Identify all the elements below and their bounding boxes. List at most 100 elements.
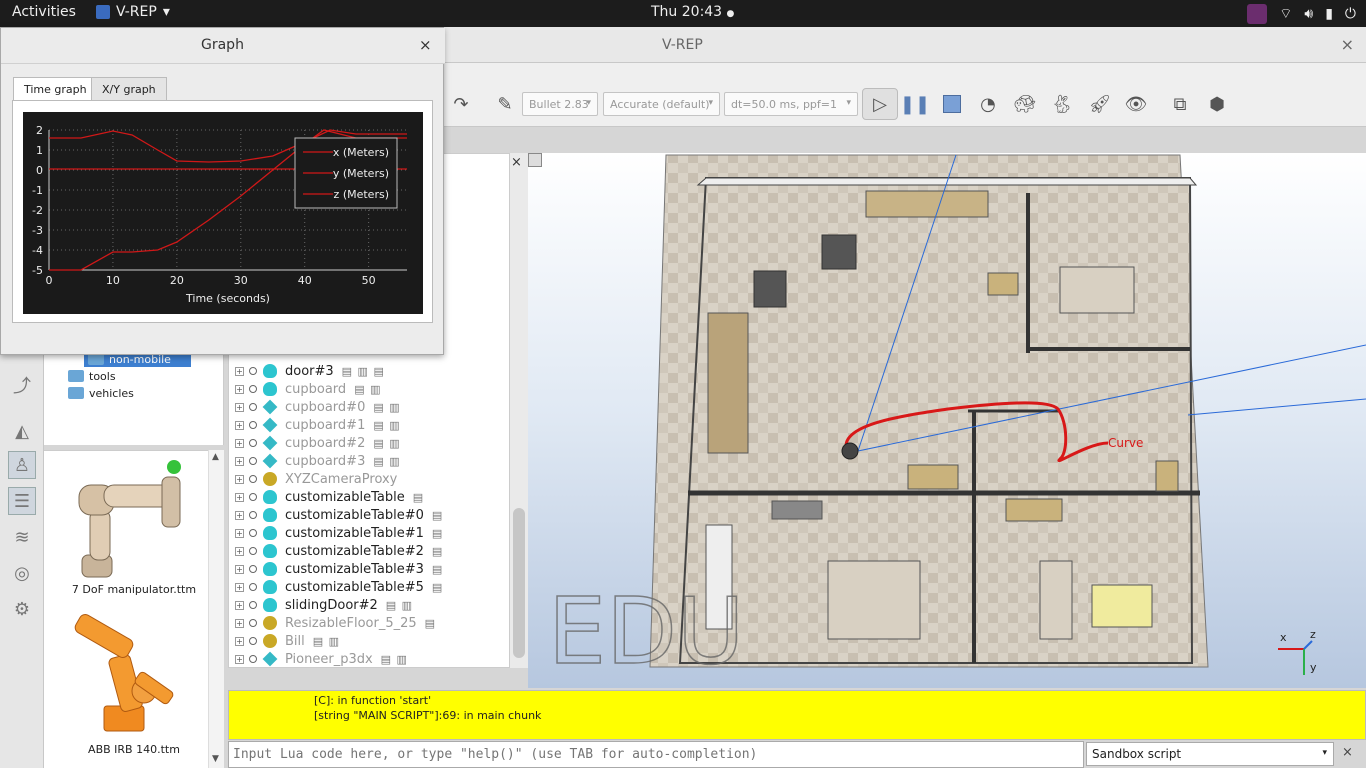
visibility-icon[interactable]: [249, 529, 257, 537]
script-icons[interactable]: ▤ ▥ ▤: [342, 365, 385, 378]
model-thumb-7dof[interactable]: [54, 455, 204, 600]
accuracy-select[interactable]: Accurate (default) ▾: [603, 92, 720, 116]
probe-icon[interactable]: ✎: [492, 91, 518, 117]
script-icons[interactable]: ▤ ▥: [373, 401, 400, 414]
hierarchy-scrollbar[interactable]: [510, 153, 528, 668]
path-edit-icon[interactable]: ⤴: [8, 371, 36, 399]
hierarchy-row[interactable]: + cupboard#3 ▤ ▥: [235, 452, 401, 470]
scroll-up-icon[interactable]: ▲: [212, 452, 219, 462]
physics-engine-select[interactable]: Bullet 2.83 ▾: [522, 92, 598, 116]
system-tray[interactable]: ⌔ 🔊︎ ▮ ⏻: [1247, 4, 1356, 24]
scroll-down-icon[interactable]: ▼: [212, 754, 219, 764]
video-recorder-icon[interactable]: ◎: [8, 559, 36, 587]
stop-icon[interactable]: [939, 91, 965, 117]
hierarchy-row[interactable]: + Bill ▤ ▥: [235, 632, 340, 650]
hierarchy-row[interactable]: + slidingDoor#2 ▤ ▥: [235, 596, 413, 614]
script-icons[interactable]: ▤: [425, 617, 436, 630]
visibility-icon[interactable]: [249, 601, 257, 609]
expand-icon[interactable]: +: [235, 456, 244, 466]
script-icons[interactable]: ▤ ▥: [373, 455, 400, 468]
hierarchy-row[interactable]: + cupboard#2 ▤ ▥: [235, 434, 401, 452]
script-icons[interactable]: ▤ ▥: [386, 599, 413, 612]
script-icons[interactable]: ▤: [413, 491, 424, 504]
expand-icon[interactable]: +: [235, 654, 244, 664]
script-icons[interactable]: ▤ ▥: [381, 653, 408, 666]
expand-icon[interactable]: +: [235, 474, 244, 484]
thread-rendering-icon[interactable]: 🚀︎: [1087, 91, 1113, 117]
expand-icon[interactable]: +: [235, 492, 244, 502]
expand-icon[interactable]: +: [235, 402, 244, 412]
graph-close-button[interactable]: ×: [419, 36, 432, 54]
visibility-icon[interactable]: [249, 421, 257, 429]
user-settings-icon[interactable]: ⚙: [8, 595, 36, 623]
visibility-icon[interactable]: [249, 493, 257, 501]
app-menu[interactable]: V-REP ▾: [96, 4, 170, 20]
visibility-icon[interactable]: [249, 583, 257, 591]
time-graph-chart[interactable]: 0 10 20 30 40 50210-1-2-3-4-5Time (seconds)x …: [23, 112, 423, 314]
lua-command-input[interactable]: [228, 741, 1084, 768]
wifi-icon[interactable]: ⌔: [1279, 5, 1292, 23]
realtime-icon[interactable]: ◔: [975, 91, 1001, 117]
redo-icon[interactable]: ↷: [448, 91, 474, 117]
activities-button[interactable]: Activities: [12, 4, 76, 20]
visibility-icon[interactable]: [249, 457, 257, 465]
script-icons[interactable]: ▤: [432, 563, 443, 576]
scrollbar-thumb[interactable]: [513, 508, 525, 658]
script-icons[interactable]: ▤ ▥: [313, 635, 340, 648]
hierarchy-row[interactable]: + door#3 ▤ ▥ ▤: [235, 362, 385, 380]
hierarchy-row[interactable]: + customizableTable#5 ▤: [235, 578, 443, 596]
expand-icon[interactable]: +: [235, 510, 244, 520]
hierarchy-row[interactable]: + XYZCameraProxy: [235, 470, 405, 488]
visibility-icon[interactable]: [249, 547, 257, 555]
script-icons[interactable]: ▤: [432, 527, 443, 540]
script-icons[interactable]: ▤ ▥: [373, 437, 400, 450]
visibility-icon[interactable]: [249, 475, 257, 483]
expand-icon[interactable]: +: [235, 564, 244, 574]
model-browser-icon[interactable]: ♙: [8, 451, 36, 479]
hierarchy-row[interactable]: + cupboard ▤ ▥: [235, 380, 381, 398]
hierarchy-row[interactable]: + cupboard#0 ▤ ▥: [235, 398, 401, 416]
hierarchy-row[interactable]: + customizableTable#0 ▤: [235, 506, 443, 524]
expand-icon[interactable]: +: [235, 618, 244, 628]
visibility-icon[interactable]: [249, 403, 257, 411]
visibility-icon[interactable]: [249, 619, 257, 627]
visualization-icon[interactable]: 👁︎: [1123, 91, 1149, 117]
speed-up-icon[interactable]: 🐇︎: [1049, 91, 1075, 117]
expand-icon[interactable]: +: [235, 438, 244, 448]
view-corner-icon[interactable]: [528, 153, 542, 167]
slack-icon[interactable]: [1247, 4, 1268, 24]
hierarchy-row[interactable]: + customizableTable#1 ▤: [235, 524, 443, 542]
timestep-select[interactable]: dt=50.0 ms, ppf=1 ▾: [724, 92, 858, 116]
hierarchy-row[interactable]: + cupboard#1 ▤ ▥: [235, 416, 401, 434]
folder-vehicles[interactable]: vehicles: [68, 385, 134, 401]
script-select[interactable]: Sandbox script ▾: [1086, 742, 1334, 766]
visibility-icon[interactable]: [249, 655, 257, 663]
hierarchy-row[interactable]: + customizableTable ▤: [235, 488, 424, 506]
expand-icon[interactable]: +: [235, 420, 244, 430]
expand-icon[interactable]: +: [235, 546, 244, 556]
hierarchy-row[interactable]: + customizableTable#3 ▤: [235, 560, 443, 578]
expand-icon[interactable]: +: [235, 528, 244, 538]
script-icons[interactable]: ▤ ▥: [373, 419, 400, 432]
expand-icon[interactable]: +: [235, 384, 244, 394]
tab-xy-graph[interactable]: X/Y graph: [91, 77, 167, 101]
expand-icon[interactable]: +: [235, 636, 244, 646]
scene-selector-icon[interactable]: ⬢: [1204, 91, 1230, 117]
battery-icon[interactable]: ▮: [1325, 6, 1333, 22]
expand-icon[interactable]: +: [235, 582, 244, 592]
slow-down-icon[interactable]: 🐢︎: [1012, 91, 1038, 117]
shape-edit-icon[interactable]: ◭: [8, 417, 36, 445]
script-icons[interactable]: ▤: [432, 545, 443, 558]
visibility-icon[interactable]: [249, 385, 257, 393]
pause-icon[interactable]: ❚❚: [900, 91, 930, 117]
hierarchy-row[interactable]: + Pioneer_p3dx ▤ ▥: [235, 650, 408, 668]
visibility-icon[interactable]: [249, 367, 257, 375]
page-selector-icon[interactable]: ⧉: [1167, 91, 1193, 117]
expand-icon[interactable]: +: [235, 600, 244, 610]
visibility-icon[interactable]: [249, 511, 257, 519]
script-icons[interactable]: ▤: [432, 509, 443, 522]
volume-icon[interactable]: 🔊︎: [1304, 6, 1313, 22]
window-close-button[interactable]: ×: [1341, 35, 1354, 54]
visibility-icon[interactable]: [249, 565, 257, 573]
scene-hierarchy-icon[interactable]: ☰: [8, 487, 36, 515]
